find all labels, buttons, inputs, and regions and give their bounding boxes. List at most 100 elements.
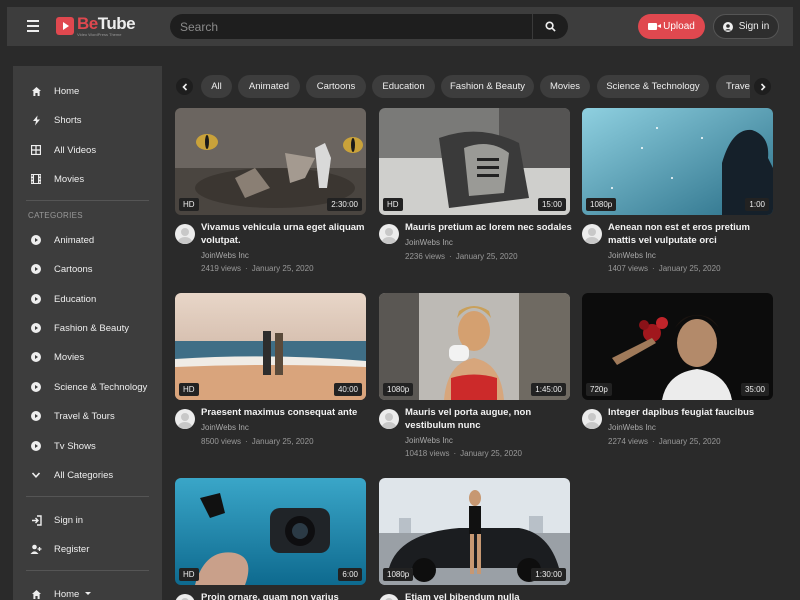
chip-movies[interactable]: Movies: [540, 75, 590, 98]
video-title[interactable]: Integer dapibus feugiat faucibus: [608, 407, 776, 420]
video-meta: 2236 views · January 25, 2020: [405, 252, 518, 261]
chevron-right-icon: [760, 82, 766, 91]
sidebar-item-register[interactable]: Register: [13, 538, 162, 560]
sidebar: Home Shorts All Videos Movies CATEGORIES…: [13, 66, 162, 600]
quality-badge: HD: [383, 198, 403, 211]
sidebar-item-science-technology[interactable]: Science & Technology: [13, 376, 162, 398]
video-card[interactable]: 1080p 1:00 Aenean non est et eros pretiu…: [582, 108, 773, 273]
video-thumbnail[interactable]: 720p 35:00: [582, 293, 773, 400]
top-header: BeTube Video WordPress Theme Upload Sign…: [7, 7, 793, 46]
video-title[interactable]: Aenean non est et eros pretium mattis ve…: [608, 222, 776, 247]
sidebar-item-tv-shows[interactable]: Tv Shows: [13, 435, 162, 457]
video-card[interactable]: 1080p 1:45:00 Mauris vel porta augue, no…: [379, 293, 570, 458]
video-title[interactable]: Mauris vel porta augue, non vestibulum n…: [405, 407, 573, 432]
video-card[interactable]: HD 6:00 Proin ornare, quam non varius: [175, 478, 366, 600]
sidebar-item-fashion-beauty[interactable]: Fashion & Beauty: [13, 317, 162, 339]
sidebar-item-education[interactable]: Education: [13, 288, 162, 310]
avatar[interactable]: [379, 594, 399, 600]
home-icon: [30, 85, 42, 97]
sidebar-item-movies[interactable]: Movies: [13, 168, 162, 190]
chip-cartoons[interactable]: Cartoons: [306, 75, 366, 98]
sidebar-footer-home[interactable]: Home: [13, 583, 162, 600]
avatar[interactable]: [379, 224, 399, 244]
chips-next-button[interactable]: [754, 78, 771, 95]
logo[interactable]: BeTube Video WordPress Theme: [56, 15, 136, 37]
play-circle-icon: [31, 441, 41, 451]
channel-name[interactable]: JoinWebs Inc: [608, 423, 656, 432]
play-circle-icon: [31, 352, 41, 362]
channel-name[interactable]: JoinWebs Inc: [405, 436, 453, 445]
video-title[interactable]: Praesent maximus consequat ante: [201, 407, 369, 420]
play-circle-icon: [31, 235, 41, 245]
sidebar-item-travel-tours[interactable]: Travel & Tours: [13, 405, 162, 427]
video-meta: 10418 views · January 25, 2020: [405, 449, 522, 458]
search-input[interactable]: [180, 14, 525, 39]
video-title[interactable]: Etiam vel bibendum nulla: [405, 592, 573, 600]
chip-education[interactable]: Education: [372, 75, 435, 98]
video-thumbnail[interactable]: 1080p 1:00: [582, 108, 773, 215]
sidebar-item-all-videos[interactable]: All Videos: [13, 139, 162, 161]
chip-fashion-beauty[interactable]: Fashion & Beauty: [441, 75, 534, 98]
video-card[interactable]: HD 2:30:00 Vivamus vehicula urna eget al…: [175, 108, 366, 273]
play-circle-icon: [31, 323, 41, 333]
video-card[interactable]: 720p 35:00 Integer dapibus feugiat fauci…: [582, 293, 773, 446]
play-circle-icon: [31, 294, 41, 304]
chevron-down-icon: [30, 469, 42, 481]
video-card[interactable]: 1080p 1:30:00 Etiam vel bibendum nulla: [379, 478, 570, 600]
video-thumbnail[interactable]: HD 2:30:00: [175, 108, 366, 215]
duration-badge: 1:45:00: [531, 383, 566, 396]
sidebar-item-animated[interactable]: Animated: [13, 229, 162, 251]
avatar[interactable]: [379, 409, 399, 429]
sidebar-item-shorts[interactable]: Shorts: [13, 109, 162, 131]
sidebar-item-cartoons[interactable]: Cartoons: [13, 258, 162, 280]
channel-name[interactable]: JoinWebs Inc: [201, 251, 249, 260]
header-signin-button[interactable]: Sign in: [713, 14, 779, 39]
video-card[interactable]: HD 15:00 Mauris pretium ac lorem nec sod…: [379, 108, 572, 261]
video-thumbnail[interactable]: HD 6:00: [175, 478, 366, 585]
chips-prev-button[interactable]: [176, 78, 193, 95]
caret-down-icon: [85, 592, 91, 595]
sidebar-item-movies-category[interactable]: Movies: [13, 346, 162, 368]
sidebar-item-home[interactable]: Home: [13, 80, 162, 102]
sidebar-divider: [26, 570, 149, 571]
logo-tagline: Video WordPress Theme: [77, 32, 122, 37]
quality-badge: HD: [179, 568, 199, 581]
sidebar-item-sign-in[interactable]: Sign in: [13, 509, 162, 531]
video-thumbnail[interactable]: 1080p 1:30:00: [379, 478, 570, 585]
upload-button[interactable]: Upload: [638, 14, 705, 39]
quality-badge: 1080p: [383, 568, 414, 581]
chip-animated[interactable]: Animated: [238, 75, 300, 98]
video-meta: 2419 views · January 25, 2020: [201, 264, 314, 273]
avatar[interactable]: [582, 409, 602, 429]
duration-badge: 15:00: [537, 198, 566, 211]
sidebar-item-all-categories[interactable]: All Categories: [13, 464, 162, 486]
menu-icon[interactable]: [27, 20, 39, 32]
video-title[interactable]: Vivamus vehicula urna eget aliquam volut…: [201, 222, 369, 247]
video-thumbnail[interactable]: 1080p 1:45:00: [379, 293, 570, 400]
video-meta: 1407 views · January 25, 2020: [608, 264, 721, 273]
duration-badge: 40:00: [333, 383, 362, 396]
video-thumbnail[interactable]: HD 40:00: [175, 293, 366, 400]
chip-all[interactable]: All: [201, 75, 232, 98]
chevron-left-icon: [181, 82, 187, 91]
video-title[interactable]: Proin ornare, quam non varius: [201, 592, 369, 600]
chip-travel-tours[interactable]: Travel & Tours: [716, 75, 750, 98]
video-title[interactable]: Mauris pretium ac lorem nec sodales: [405, 222, 573, 235]
search-button[interactable]: [532, 14, 568, 39]
channel-name[interactable]: JoinWebs Inc: [405, 238, 453, 247]
chip-science-technology[interactable]: Science & Technology: [597, 75, 709, 98]
avatar[interactable]: [175, 409, 195, 429]
sidebar-divider: [26, 200, 149, 201]
avatar[interactable]: [175, 594, 195, 600]
quality-badge: 1080p: [586, 198, 617, 211]
logo-play-icon: [56, 17, 74, 35]
video-card[interactable]: HD 40:00 Praesent maximus consequat ante…: [175, 293, 366, 446]
avatar[interactable]: [175, 224, 195, 244]
duration-badge: 35:00: [740, 383, 769, 396]
search-bar: [170, 14, 568, 39]
quality-badge: 720p: [586, 383, 612, 396]
avatar[interactable]: [582, 224, 602, 244]
channel-name[interactable]: JoinWebs Inc: [608, 251, 656, 260]
video-thumbnail[interactable]: HD 15:00: [379, 108, 570, 215]
channel-name[interactable]: JoinWebs Inc: [201, 423, 249, 432]
